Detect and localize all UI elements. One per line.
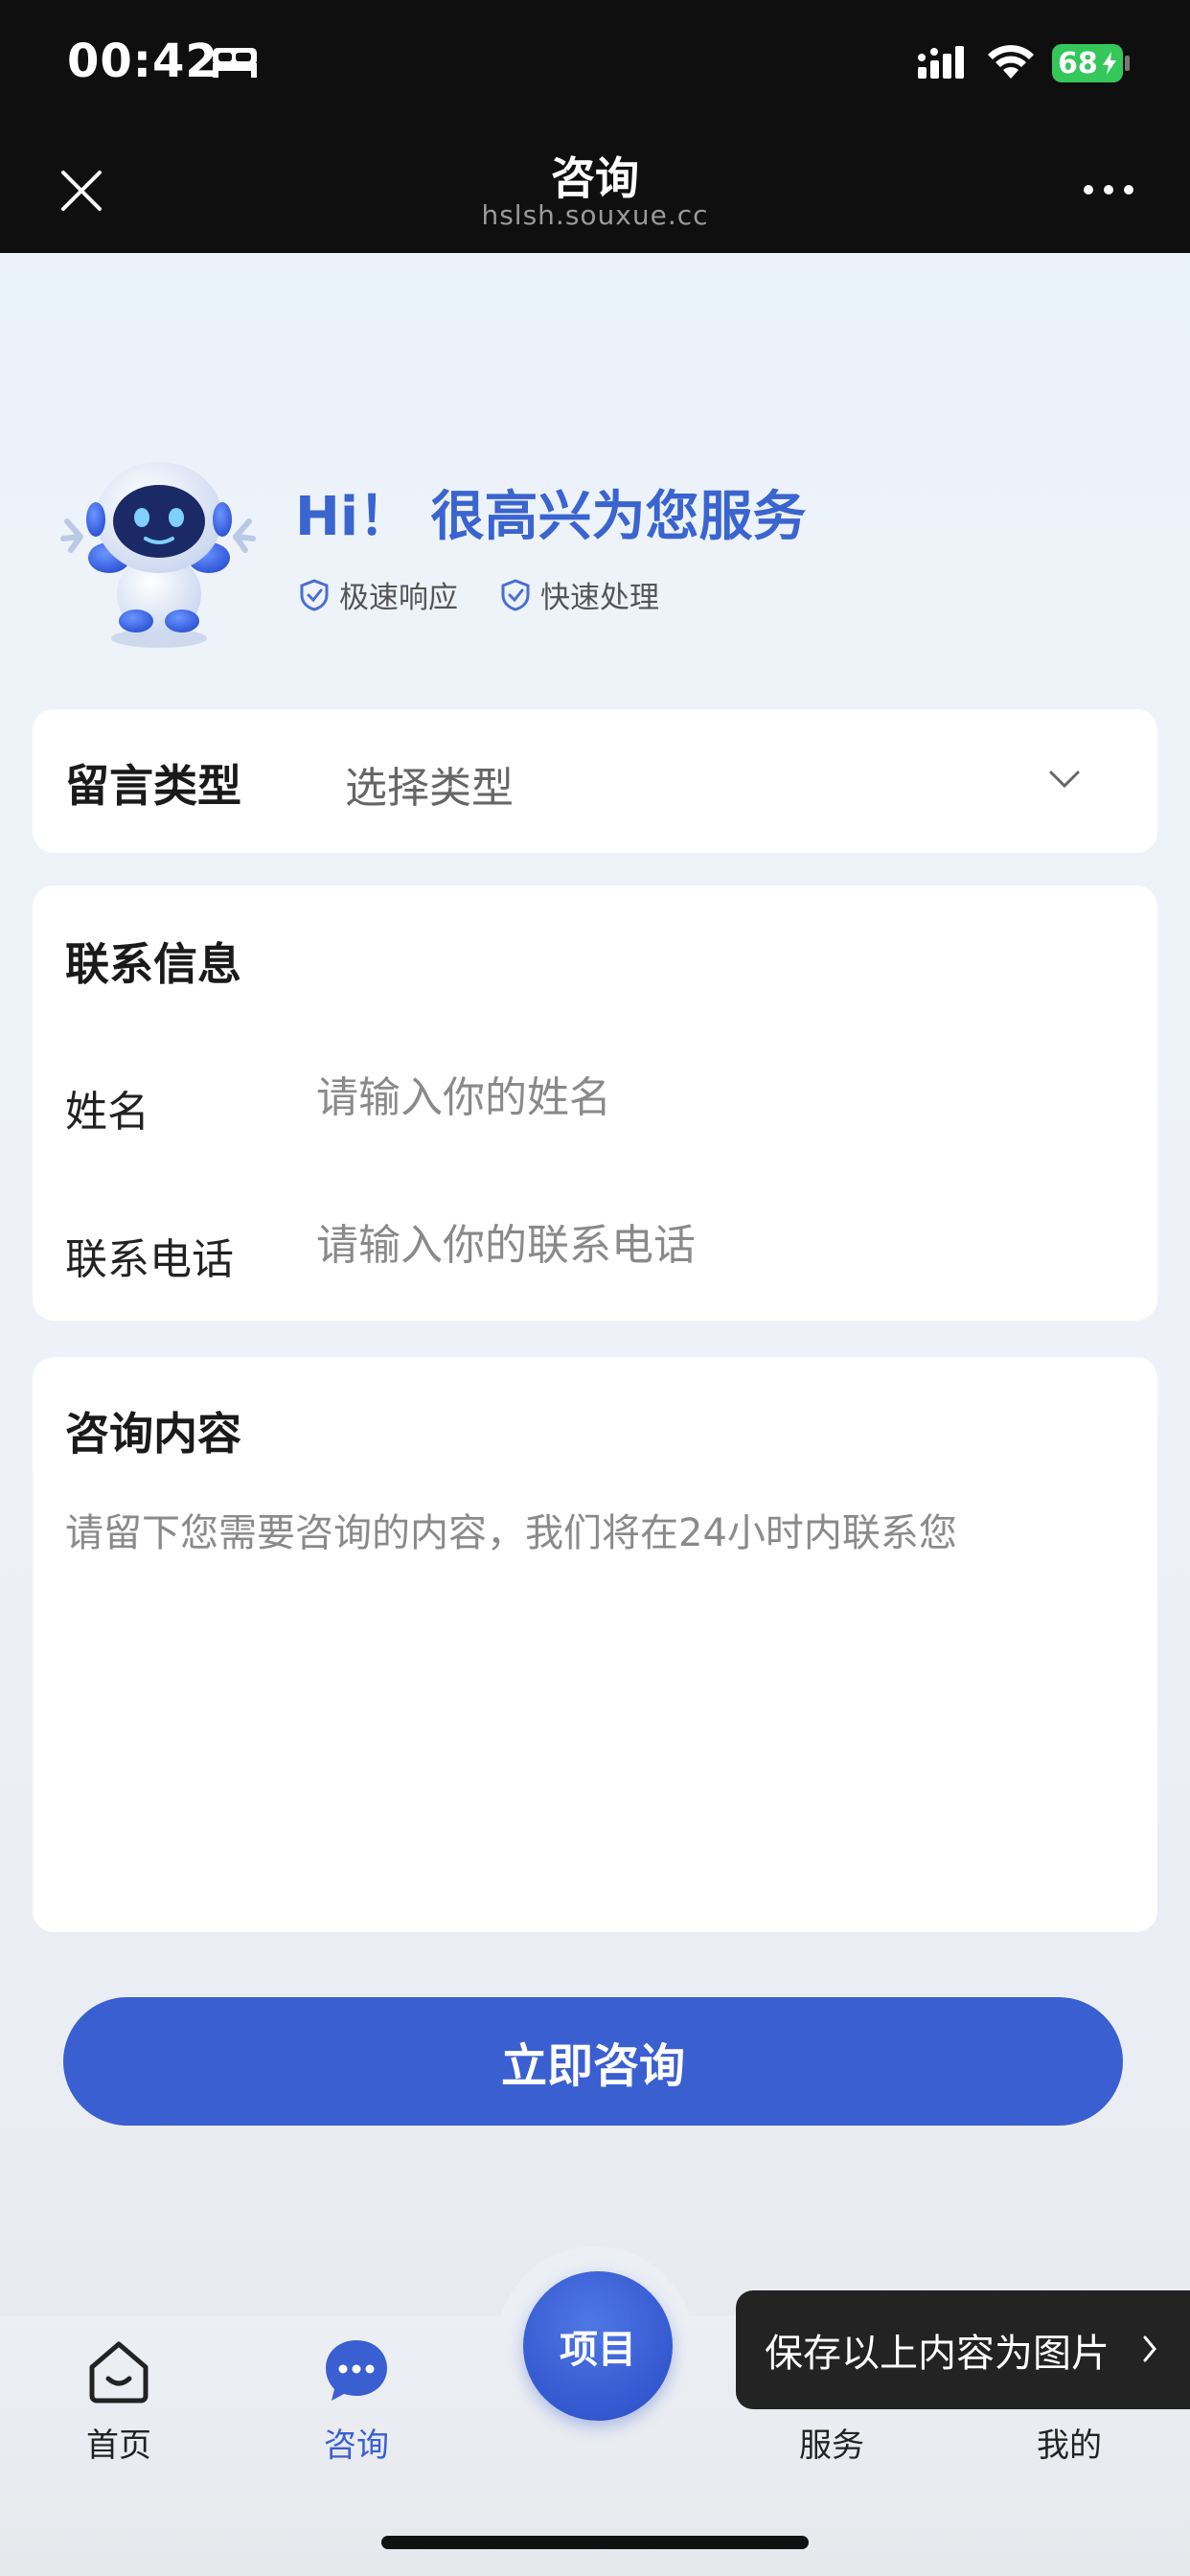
battery-indicator: 68 [1052,44,1123,82]
message-type-card[interactable]: 留言类型 选择类型 [33,709,1157,853]
greeting-text: Hi！ 很高兴为您服务 [295,486,807,548]
robot-mascot-icon [60,462,256,648]
cellular-signal-icon [918,46,964,79]
toast-label: 保存以上内容为图片 [765,2332,1110,2376]
tab-label: 服务 [799,2426,864,2465]
shield-check-icon [501,578,530,611]
sleep-focus-icon [213,48,257,78]
battery-cap [1125,56,1130,71]
tab-label: 首页 [86,2426,151,2465]
status-time: 00:42 [67,34,218,88]
chevron-right-icon [1143,2335,1156,2362]
more-options-icon[interactable] [1081,180,1136,199]
contact-info-title: 联系信息 [65,938,241,990]
tab-label: 我的 [1037,2426,1102,2465]
chevron-down-icon[interactable] [1048,767,1081,792]
contact-info-card: 联系信息 姓名 联系电话 [33,886,1157,1321]
submit-button[interactable]: 立即咨询 [63,1997,1123,2126]
badge-label: 极速响应 [339,581,458,615]
tab-home[interactable]: 首页 [42,2336,195,2465]
battery-level: 68 [1058,46,1098,80]
message-type-label: 留言类型 [65,760,241,812]
status-bar: 00:42 68 [0,0,1190,130]
chat-icon [326,2340,387,2401]
consult-content-title: 咨询内容 [65,1408,241,1460]
phone-label: 联系电话 [65,1235,234,1284]
charging-bolt-icon [1103,52,1116,75]
badge-quick-handling: 快速处理 [500,573,659,616]
phone-input[interactable] [316,1211,1102,1278]
badge-label: 快速处理 [540,581,659,615]
tab-label: 咨询 [324,2426,389,2465]
consult-content-card: 咨询内容 [33,1357,1157,1932]
consult-content-textarea[interactable] [65,1503,985,1886]
message-type-select[interactable]: 选择类型 [345,753,514,815]
badge-fast-response: 极速响应 [299,573,458,616]
page-domain: hslsh.souxue.cc [481,199,709,231]
wifi-icon [988,45,1034,79]
home-indicator [381,2536,809,2549]
tab-consult[interactable]: 咨询 [280,2336,433,2465]
tab-projects-button[interactable]: 项目 [523,2271,673,2421]
home-icon [89,2341,149,2404]
name-input[interactable] [316,1064,1102,1131]
navigation-bar: 咨询 hslsh.souxue.cc [0,130,1190,253]
page-title: 咨询 [551,152,639,204]
save-as-image-toast[interactable]: 保存以上内容为图片 [736,2290,1190,2409]
shield-check-icon [300,578,329,611]
name-label: 姓名 [65,1088,149,1137]
